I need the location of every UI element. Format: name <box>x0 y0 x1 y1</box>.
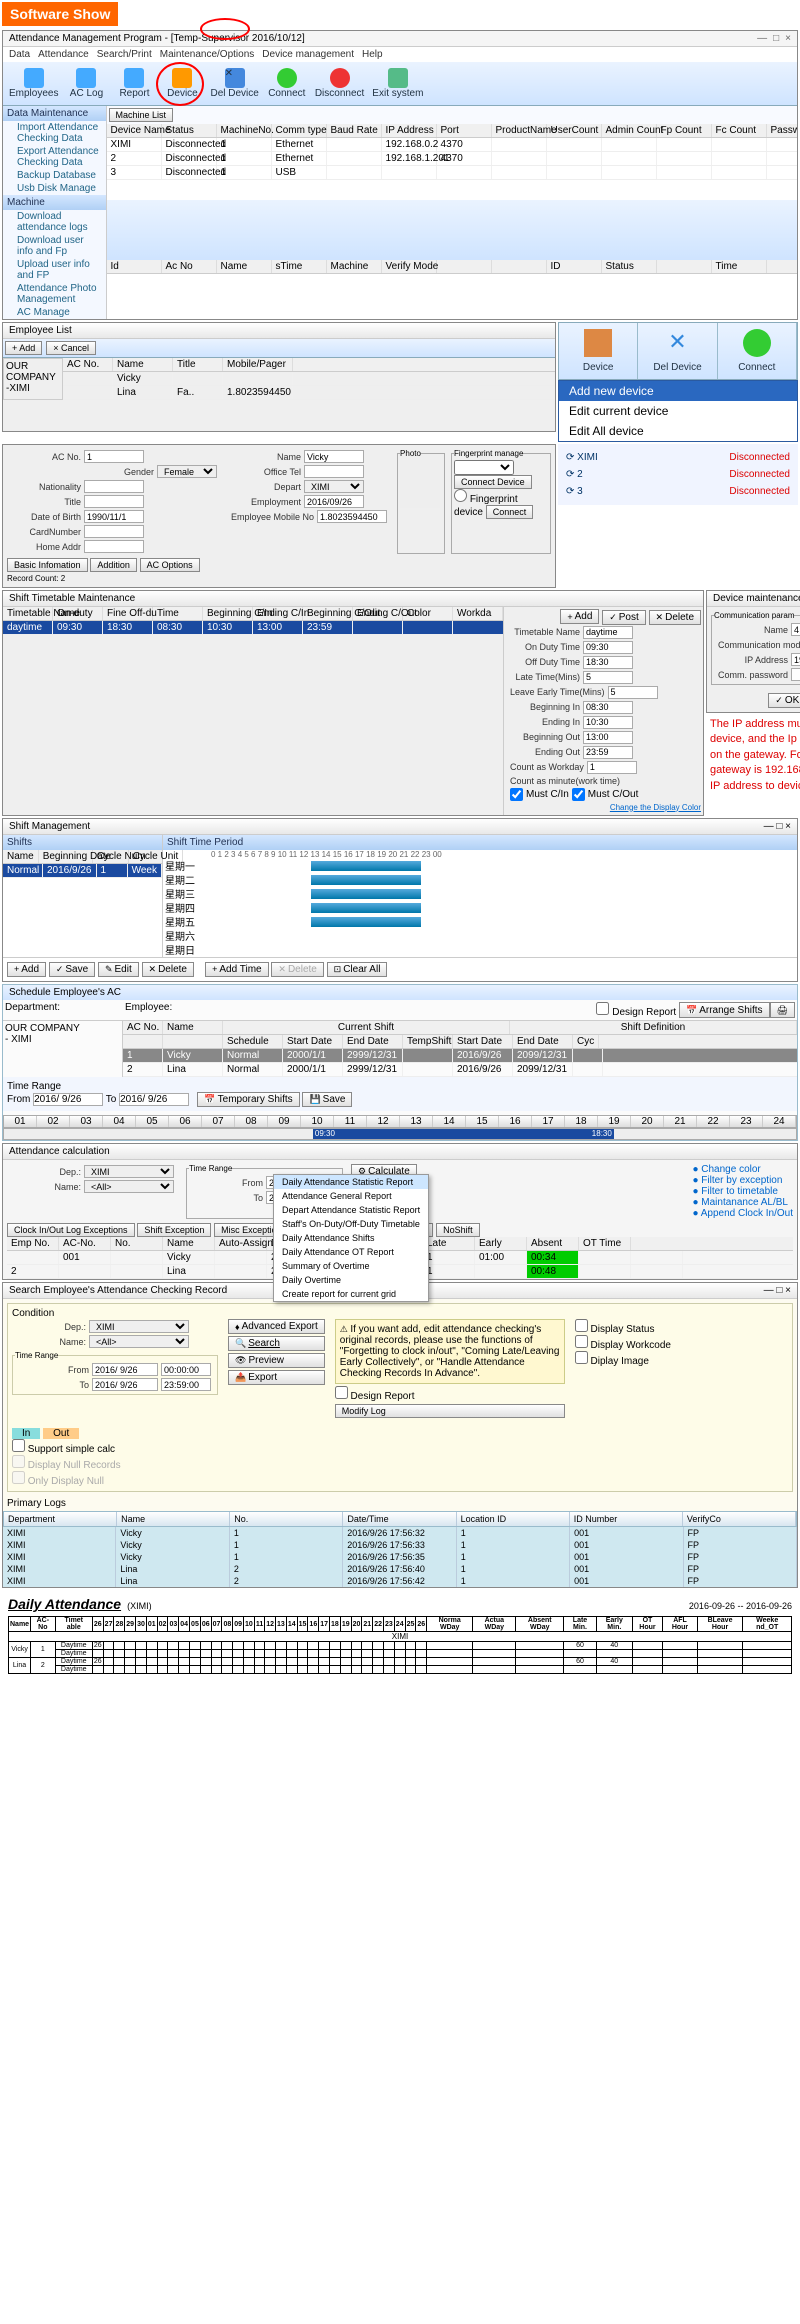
sm-edit-button[interactable]: ✎ Edit <box>98 962 139 977</box>
device-big-button[interactable]: Device <box>559 323 638 379</box>
sidebar-item[interactable]: Import Attendance Checking Data <box>3 121 106 145</box>
search-records-window: Search Employee's Attendance Checking Re… <box>2 1282 798 1588</box>
toolbar: Employees AC Log Report Device ✕Del Devi… <box>3 62 797 106</box>
big-device-toolbar: Device ✕Del Device Connect <box>558 322 798 380</box>
main-window: Attendance Management Program - [Temp-Su… <box>2 30 798 320</box>
shift-management-window: Shift Management— □ × Shifts NameBeginni… <box>2 818 798 983</box>
change-color-link[interactable]: Change the Display Color <box>610 803 701 812</box>
window-titlebar: Attendance Management Program - [Temp-Su… <box>3 31 797 47</box>
stt-post-button[interactable]: ✓ Post <box>602 610 646 625</box>
disconnect-button[interactable]: Disconnect <box>313 66 366 101</box>
deldevice-button[interactable]: ✕Del Device <box>208 66 260 101</box>
employees-button[interactable]: Employees <box>7 66 60 101</box>
sm-add-button[interactable]: + Add <box>7 962 46 977</box>
machine-list-tab[interactable]: Machine List <box>109 108 174 122</box>
hour-ruler: 0102030405060708091011121314151617181920… <box>3 1115 797 1128</box>
sm-delete-button[interactable]: ✕ Delete <box>142 962 194 977</box>
temp-shifts-button[interactable]: 📅 Temporary Shifts <box>197 1092 299 1107</box>
advanced-export-button[interactable]: ♦ Advanced Export <box>228 1319 325 1334</box>
sched-save-button[interactable]: 💾 Save <box>302 1092 352 1107</box>
device-context-menu[interactable]: Add new device Edit current device Edit … <box>558 380 798 442</box>
ml-header: Device NameStatusMachineNo.Comm typeBaud… <box>107 124 798 138</box>
report-dropdown-menu[interactable]: Daily Attendance Statistic Report Attend… <box>273 1174 429 1302</box>
ip-note: The IP address must the same as your dev… <box>706 713 800 798</box>
sm-addtime-button[interactable]: + Add Time <box>205 962 269 977</box>
sm-clearall-button[interactable]: ⊡ Clear All <box>327 962 388 977</box>
devmaint-ok-button[interactable]: ✓ OK <box>768 693 800 708</box>
window-controls[interactable]: —□× <box>751 33 791 44</box>
connect-fp-button[interactable]: Connect <box>486 505 534 519</box>
window-title: Attendance Management Program - [Temp-Su… <box>9 33 305 44</box>
menubar[interactable]: DataAttendanceSearch/PrintMaintenance/Op… <box>3 47 797 62</box>
device-button[interactable]: Device <box>160 66 204 101</box>
schedule-bar: 09:3018:30 <box>3 1128 797 1140</box>
export-button[interactable]: 📤 Export <box>228 1370 325 1385</box>
connect-big-button[interactable]: Connect <box>718 323 797 379</box>
search-button[interactable]: 🔍 Search <box>228 1336 325 1351</box>
schedule-ac-window: Schedule Employee's AC Department: Emplo… <box>2 984 798 1141</box>
aclog-button[interactable]: AC Log <box>64 66 108 101</box>
report-button[interactable]: Report <box>112 66 156 101</box>
banner: Software Show <box>2 2 118 26</box>
cancel-button[interactable]: × Cancel <box>46 341 96 355</box>
calc-tab[interactable]: Clock In/Out Log Exceptions <box>7 1223 135 1237</box>
close-icon[interactable]: — □ × <box>764 821 791 832</box>
print-icon[interactable]: 🖨 <box>770 1002 795 1018</box>
exit-button[interactable]: Exit system <box>370 66 425 101</box>
connect-device-button[interactable]: Connect Device <box>454 475 532 489</box>
acno-input[interactable] <box>84 450 144 463</box>
change-color-link[interactable]: ● Change color <box>692 1164 793 1175</box>
daily-attendance-report: Daily Attendance(XIMI) 2016-09-26 -- 201… <box>8 1596 792 1674</box>
to-date-input[interactable] <box>119 1093 189 1106</box>
sidebar: Data Maintenance Import Attendance Check… <box>3 106 107 320</box>
connect-button[interactable]: Connect <box>265 66 309 101</box>
arrange-shifts-button[interactable]: 📅 Arrange Shifts <box>679 1002 770 1018</box>
employee-list-title: Employee List <box>3 323 555 339</box>
machine-list-panel: Machine List Device NameStatusMachineNo.… <box>107 106 798 320</box>
stt-delete-button[interactable]: ✕ Delete <box>649 610 701 625</box>
device-status-list: ⟳ XIMIDisconnected ⟳ 2Disconnected ⟳ 3Di… <box>558 444 798 505</box>
stt-title: Shift Timetable Maintenance <box>3 591 703 607</box>
attendance-calc-window: Attendance calculation Dep.:XIMI Name:<A… <box>2 1143 798 1280</box>
add-button[interactable]: + Add <box>5 341 42 355</box>
modify-log-button[interactable]: Modify Log <box>335 1404 565 1418</box>
from-date-input[interactable] <box>33 1093 103 1106</box>
sm-save-button[interactable]: ✓ Save <box>49 962 95 977</box>
stt-add-button[interactable]: + Add <box>560 609 599 624</box>
preview-button[interactable]: 👁 Preview <box>228 1353 325 1368</box>
deldevice-big-button[interactable]: ✕Del Device <box>638 323 717 379</box>
basic-info-tab[interactable]: Basic Infomation <box>7 558 88 572</box>
